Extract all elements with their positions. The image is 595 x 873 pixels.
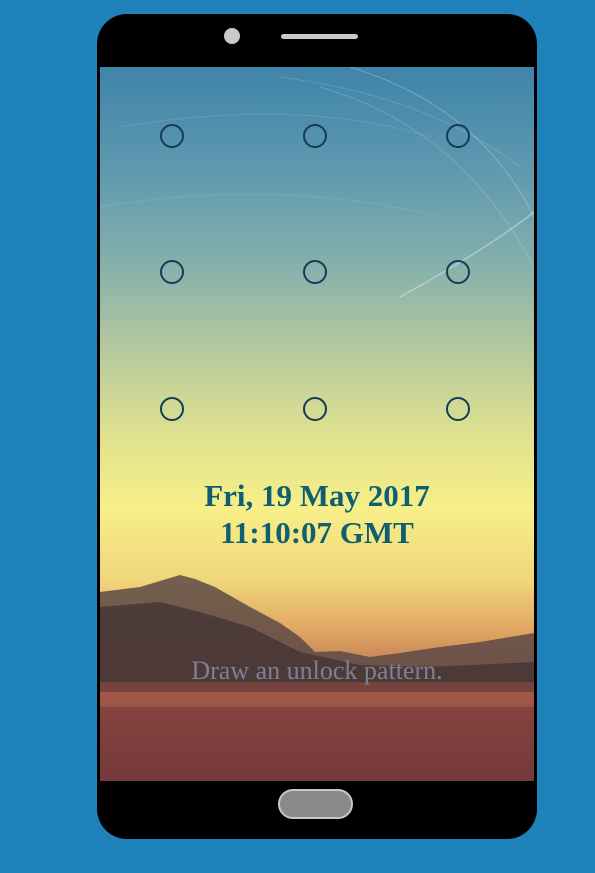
speaker-icon [281, 34, 358, 39]
pattern-dot-5[interactable] [303, 260, 327, 284]
camera-icon [224, 28, 240, 44]
pattern-dot-8[interactable] [303, 397, 327, 421]
date-time-display: Fri, 19 May 2017 11:10:07 GMT [100, 477, 534, 551]
unlock-prompt: Draw an unlock pattern. [191, 656, 443, 685]
pattern-dot-6[interactable] [446, 260, 470, 284]
pattern-dot-9[interactable] [446, 397, 470, 421]
pattern-dot-2[interactable] [303, 124, 327, 148]
phone-device: Fri, 19 May 2017 11:10:07 GMT Draw an un… [97, 14, 537, 839]
pattern-dot-3[interactable] [446, 124, 470, 148]
pattern-dot-4[interactable] [160, 260, 184, 284]
home-button[interactable] [278, 789, 353, 819]
time-label: 11:10:07 GMT [220, 515, 414, 550]
date-label: Fri, 19 May 2017 [204, 478, 430, 513]
pattern-dot-1[interactable] [160, 124, 184, 148]
lock-screen: Fri, 19 May 2017 11:10:07 GMT Draw an un… [100, 67, 534, 781]
pattern-dot-7[interactable] [160, 397, 184, 421]
